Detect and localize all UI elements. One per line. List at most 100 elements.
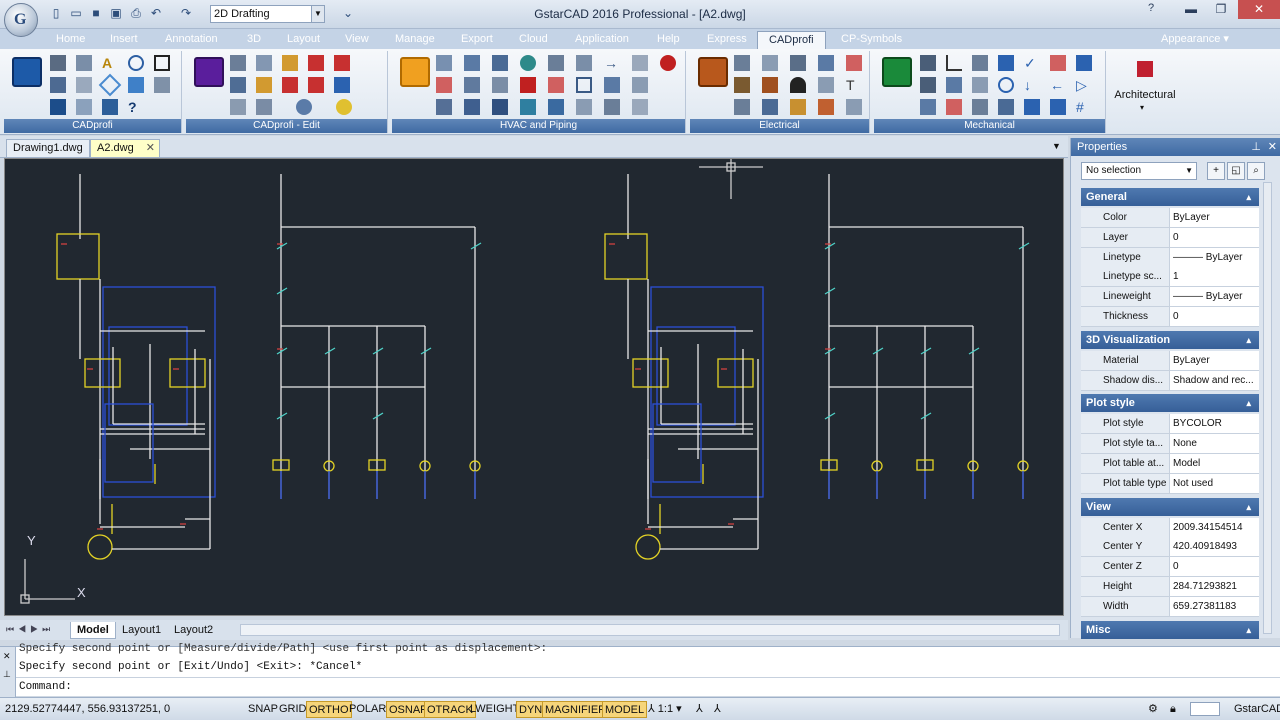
elec-7-icon[interactable] — [762, 77, 778, 93]
workspace-switch-icon[interactable]: ⚙ — [1146, 701, 1160, 718]
section-view[interactable]: View ▴ — [1081, 497, 1259, 516]
pipe-13-icon[interactable] — [548, 99, 564, 115]
pin-icon[interactable]: ⊥ — [1251, 138, 1261, 156]
toggle-ortho[interactable]: ORTHO — [306, 701, 352, 718]
arrow-down-icon[interactable]: ↓ — [1024, 77, 1040, 93]
tab-layout[interactable]: Layout — [276, 31, 331, 49]
property-row[interactable]: Plot style BYCOLOR — [1081, 414, 1259, 435]
toggle-magnifier[interactable]: MAGNIFIER — [542, 701, 610, 718]
tab-nav-arrows-icon[interactable]: ⏮◀▶⏭ — [6, 624, 54, 635]
mech-2-icon[interactable] — [946, 55, 962, 71]
pipe-2-icon[interactable] — [464, 77, 480, 93]
section-plot-style[interactable]: Plot style ▴ — [1081, 394, 1259, 413]
properties-scrollbar[interactable] — [1263, 182, 1272, 634]
mech-14-icon[interactable] — [998, 99, 1014, 115]
mech-17-icon[interactable]: # — [1076, 99, 1092, 115]
print-tool-icon[interactable] — [76, 55, 92, 71]
edit-pencil-icon[interactable] — [194, 57, 224, 87]
tab-manage[interactable]: Manage — [384, 31, 446, 49]
property-row[interactable]: Lineweight ——— ByLayer — [1081, 287, 1259, 308]
elec-4-icon[interactable] — [818, 55, 834, 71]
tab-insert[interactable]: Insert — [99, 31, 149, 49]
edit-tool-4-icon[interactable] — [308, 55, 324, 71]
mech-13-icon[interactable] — [972, 99, 988, 115]
property-row[interactable]: Color ByLayer — [1081, 208, 1259, 228]
annotation-visibility-icon[interactable]: ⅄ — [694, 701, 705, 718]
tab-view[interactable]: View — [334, 31, 380, 49]
pipe-10-icon[interactable] — [464, 99, 480, 115]
pin-icon[interactable]: ⊥ — [3, 669, 11, 680]
mech-15-icon[interactable] — [1024, 99, 1040, 115]
panel-architectural[interactable]: Architectural ▾ — [1110, 51, 1180, 133]
toggle-pickadd-icon[interactable]: + — [1207, 162, 1225, 180]
pipe-8-icon[interactable] — [632, 77, 648, 93]
hvac-5-icon[interactable] — [548, 55, 564, 71]
pipe-1-icon[interactable] — [436, 77, 452, 93]
cadprofi-main-icon[interactable] — [12, 57, 42, 87]
arrow-left-icon[interactable]: ← — [1050, 77, 1066, 93]
mech-10-icon[interactable] — [998, 77, 1014, 93]
horizontal-scrollbar[interactable] — [240, 624, 1060, 636]
table-icon[interactable] — [50, 77, 66, 93]
property-row[interactable]: Shadow dis... Shadow and rec... — [1081, 370, 1259, 391]
property-value[interactable]: Shadow and rec... — [1169, 370, 1259, 390]
tab-annotation[interactable]: Annotation — [154, 31, 229, 49]
command-input-row[interactable]: Command: — [16, 677, 1280, 695]
minimize-icon[interactable]: ▬ — [1176, 0, 1206, 19]
check-icon[interactable]: ✓ — [1024, 55, 1040, 71]
pipe-4-icon[interactable] — [520, 77, 536, 93]
property-row[interactable]: Center Y 420.40918493 — [1081, 537, 1259, 558]
edit-tool-13-icon[interactable] — [296, 99, 312, 115]
block-icon[interactable] — [50, 99, 66, 115]
library-icon[interactable] — [102, 99, 118, 115]
mech-11-icon[interactable] — [920, 99, 936, 115]
close-icon[interactable]: ✕ — [3, 651, 11, 662]
gear-icon[interactable] — [882, 57, 912, 87]
text-tool-icon[interactable]: A — [102, 55, 118, 71]
elec-5-icon[interactable] — [846, 55, 862, 71]
layers-icon[interactable] — [76, 99, 92, 115]
tab-list-icon[interactable]: ▼ — [1052, 141, 1061, 151]
selection-dropdown[interactable]: No selection ▼ — [1081, 162, 1197, 180]
tab-layout1[interactable]: Layout1 — [116, 622, 167, 639]
property-row[interactable]: Center Z0 — [1081, 557, 1259, 578]
property-row[interactable]: Material ByLayer — [1081, 350, 1259, 371]
edit-tool-1-icon[interactable] — [230, 55, 246, 71]
select-objects-icon[interactable]: ◱ — [1227, 162, 1245, 180]
dimension-icon[interactable] — [154, 77, 170, 93]
lock-icon[interactable]: 🔒︎ — [1168, 701, 1178, 718]
elec-3-icon[interactable] — [790, 55, 806, 71]
edit-tool-10-icon[interactable] — [334, 77, 350, 93]
tab-export[interactable]: Export — [450, 31, 504, 49]
property-value[interactable]: 420.40918493 — [1169, 537, 1259, 557]
toggle-snap[interactable]: SNAP — [246, 701, 280, 718]
info-icon[interactable] — [128, 55, 144, 71]
property-value[interactable]: None — [1169, 434, 1259, 454]
collapse-icon[interactable]: ▴ — [1246, 394, 1251, 412]
edit-tool-11-icon[interactable] — [230, 99, 246, 115]
app-logo-icon[interactable]: G — [4, 3, 38, 37]
hvac-7-icon[interactable] — [632, 55, 648, 71]
edit-tool-2-icon[interactable] — [256, 55, 272, 71]
tab-cp-symbols[interactable]: CP-Symbols — [830, 31, 913, 49]
file-tab-drawing1[interactable]: Drawing1.dwg — [6, 139, 90, 157]
pipe-7-icon[interactable] — [604, 77, 620, 93]
status-slider[interactable] — [1190, 702, 1220, 716]
toggle-lweight[interactable]: LWEIGHT — [468, 701, 521, 718]
eraser-icon[interactable] — [76, 77, 92, 93]
property-value[interactable]: 659.27381183 — [1169, 596, 1259, 616]
tab-3d[interactable]: 3D — [236, 31, 272, 49]
toggle-dyn[interactable]: DYN — [516, 701, 546, 718]
pipe-9-icon[interactable] — [436, 99, 452, 115]
property-value[interactable]: ——— ByLayer — [1169, 287, 1259, 307]
pipe-14-icon[interactable] — [576, 99, 592, 115]
property-value[interactable]: 0 — [1169, 557, 1259, 577]
hvac-4-icon[interactable] — [520, 55, 536, 71]
section-3d-visualization[interactable]: 3D Visualization ▴ — [1081, 330, 1259, 349]
hvac-1-icon[interactable] — [436, 55, 452, 71]
fan-icon[interactable] — [400, 57, 430, 87]
elec-10-icon[interactable] — [734, 99, 750, 115]
collapse-icon[interactable]: ▴ — [1246, 498, 1251, 516]
file-tab-a2[interactable]: A2.dwg ✕ — [90, 139, 160, 157]
property-value[interactable]: Model — [1169, 454, 1259, 473]
